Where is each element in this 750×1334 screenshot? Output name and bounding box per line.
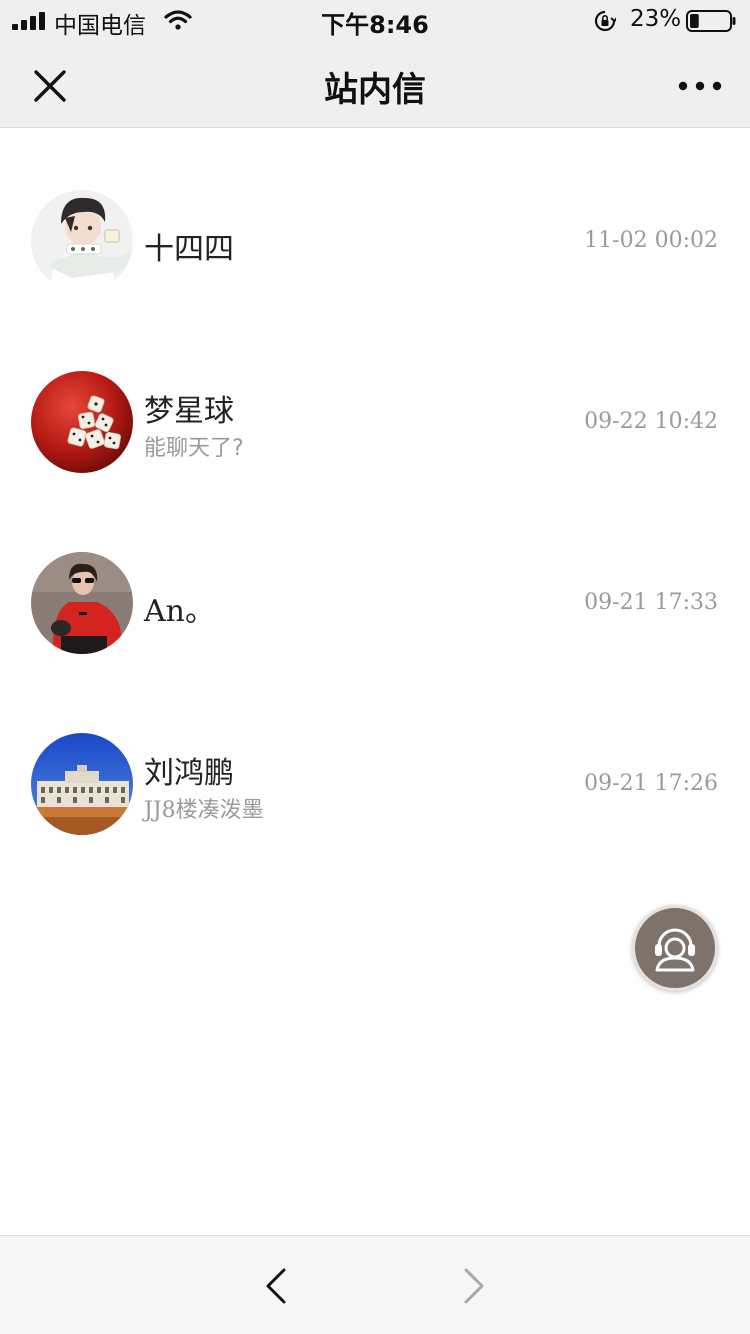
contact-name: 刘鸿鹏 [144,756,234,791]
nav-bar: 站内信 [0,40,750,128]
building-photo-avatar [31,733,133,835]
customer-service-icon [655,928,695,972]
message-list: 十四四 11-02 00:02 梦星球 能聊天了? 09-22 10:42 An… [0,148,750,872]
battery-icon [686,10,736,32]
bottom-toolbar [0,1235,750,1334]
message-preview: 能聊天了? [144,436,244,461]
wifi-icon [164,10,192,30]
forward-button[interactable] [450,1262,498,1310]
anime-boy-avatar [31,190,133,292]
message-item[interactable]: 刘鸿鹏 JJ8楼凑泼墨 09-21 17:26 [0,691,750,872]
carrier-name: 中国电信 [54,13,146,39]
message-time: 11-02 00:02 [584,228,718,253]
signal-icon [12,12,45,30]
close-icon [34,70,66,102]
more-button[interactable] [672,62,728,110]
orientation-lock-icon [594,10,616,32]
customer-service-button[interactable] [632,905,718,991]
battery-percent: 23% [630,6,682,32]
back-button[interactable] [252,1262,300,1310]
woman-red-shirt-avatar [31,552,133,654]
more-icon [678,81,722,91]
message-preview: JJ8楼凑泼墨 [144,798,264,823]
chevron-right-icon [464,1268,484,1304]
message-time: 09-21 17:26 [584,771,718,796]
page-title: 站内信 [324,70,426,110]
contact-name: 梦星球 [144,394,234,429]
message-time: 09-22 10:42 [584,409,718,434]
dice-avatar [31,371,133,473]
message-time: 09-21 17:33 [584,590,718,615]
close-button[interactable] [26,62,74,110]
contact-name: 十四四 [144,232,234,267]
contact-name: An。 [144,594,215,629]
chevron-left-icon [266,1268,286,1304]
message-item[interactable]: An。 09-21 17:33 [0,510,750,691]
message-item[interactable]: 十四四 11-02 00:02 [0,148,750,329]
status-bar: 中国电信 下午8:46 23% [0,0,750,40]
message-item[interactable]: 梦星球 能聊天了? 09-22 10:42 [0,329,750,510]
